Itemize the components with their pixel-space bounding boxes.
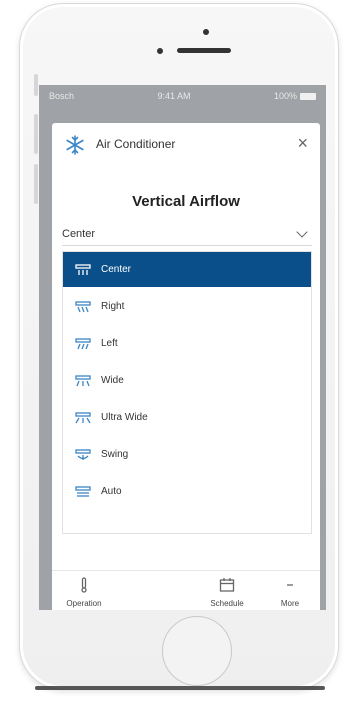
airflow-select[interactable]: Center — [62, 223, 312, 246]
select-value: Center — [62, 228, 96, 240]
airflow-vane-icon — [75, 374, 91, 386]
phone-shadow — [35, 686, 325, 690]
option-wide[interactable]: Wide — [63, 363, 311, 398]
app-title: Air Conditioner — [96, 137, 176, 151]
status-bar: Bosch 9:41 AM 100% — [39, 85, 326, 107]
battery-icon — [299, 93, 316, 101]
chevron-down-icon — [296, 226, 308, 238]
status-time: 9:41 AM — [157, 91, 191, 101]
option-swing[interactable]: Swing — [63, 437, 311, 472]
tab-operation[interactable]: Operation — [54, 577, 114, 608]
battery-percent: 100% — [273, 91, 297, 101]
option-label: Auto — [101, 486, 122, 497]
tab-schedule[interactable]: Schedule — [197, 577, 257, 608]
phone-screen: Bosch 9:41 AM 100% Air Conditioner × Ver… — [39, 85, 326, 610]
dialog-header: Air Conditioner × — [52, 123, 320, 165]
airflow-dialog: Air Conditioner × Vertical Airflow Cente… — [52, 123, 320, 610]
carrier-label: Bosch — [49, 91, 75, 101]
tab-label: Operation — [66, 599, 102, 608]
option-label: Ultra Wide — [101, 412, 148, 423]
airflow-vane-icon — [75, 411, 91, 423]
airflow-vane-icon — [75, 448, 91, 460]
airflow-vane-icon — [75, 485, 91, 497]
option-center[interactable]: Center — [63, 252, 311, 287]
volume-up-button — [34, 114, 38, 154]
thermometer-icon — [81, 577, 87, 593]
home-button[interactable] — [162, 616, 232, 686]
bottom-tab-bar: Operation Schedule More — [52, 570, 320, 610]
option-left[interactable]: Left — [63, 326, 311, 361]
option-label: Swing — [101, 449, 129, 460]
proximity-sensor — [157, 48, 163, 54]
option-auto[interactable]: Auto — [63, 474, 311, 509]
mute-switch — [34, 74, 38, 96]
tab-label: More — [280, 599, 300, 608]
option-label: Right — [101, 301, 125, 312]
option-label: Wide — [101, 375, 124, 386]
snowflake-icon — [66, 135, 84, 155]
more-icon — [287, 584, 293, 586]
calendar-icon — [219, 578, 235, 592]
volume-down-button — [34, 164, 38, 204]
airflow-vane-icon — [75, 263, 91, 275]
tab-label: Schedule — [210, 599, 244, 608]
option-right[interactable]: Right — [63, 289, 311, 324]
option-label: Center — [101, 264, 132, 275]
option-label: Left — [101, 338, 118, 349]
battery-indicator: 100% — [274, 91, 316, 101]
earpiece-speaker — [177, 48, 231, 53]
close-icon[interactable]: × — [297, 131, 308, 155]
option-ultra-wide[interactable]: Ultra Wide — [63, 400, 311, 435]
airflow-options-list: Center Right Left Wide Ultra Wide Swing — [62, 251, 312, 534]
airflow-vane-icon — [75, 300, 91, 312]
front-camera — [203, 29, 209, 35]
tab-more[interactable]: More — [260, 577, 320, 608]
dialog-heading: Vertical Airflow — [132, 193, 240, 210]
airflow-vane-icon — [75, 337, 91, 349]
